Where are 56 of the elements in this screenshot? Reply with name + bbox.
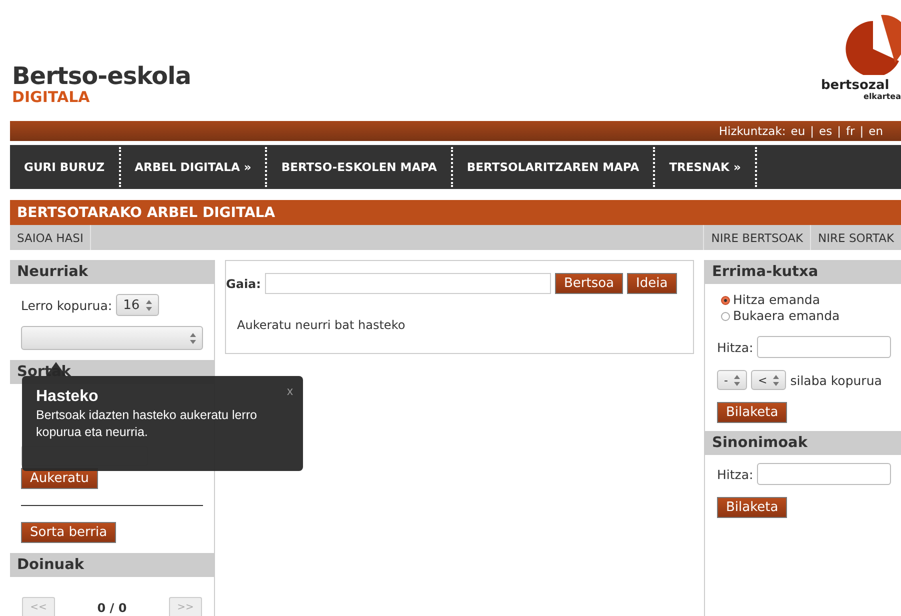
sub-bar-link[interactable]: NIRE BERTSOAK: [703, 225, 810, 250]
syllable-label: silaba kopurua: [790, 372, 882, 388]
language-link[interactable]: eu: [790, 124, 806, 138]
language-link[interactable]: en: [868, 124, 883, 138]
language-separator: |: [837, 124, 841, 138]
syllable-select[interactable]: <: [750, 370, 786, 390]
new-set-button[interactable]: Sorta berria: [21, 522, 116, 543]
language-separator: |: [810, 124, 814, 138]
mode-radio[interactable]: Hitza emanda: [721, 292, 891, 308]
spinner-arrows-icon: [734, 374, 740, 386]
tooltip-text: Bertsoak idazten hasteko aukeratu lerro kopurua eta neurria.: [36, 407, 258, 441]
radio-button[interactable]: [721, 312, 730, 320]
language-link[interactable]: es: [819, 124, 832, 138]
language-separator: |: [860, 124, 864, 138]
spinner-arrows-icon: [146, 300, 152, 310]
topic-action-button[interactable]: Bertsoa: [554, 273, 624, 294]
logo-title: Bertso-eskola: [12, 63, 191, 89]
status-message: Aukeratu neurri bat hasteko: [237, 318, 406, 332]
partner-name: bertsozal: [821, 79, 890, 92]
partner-subtitle: elkartea: [864, 92, 901, 101]
page-counter: 0 / 0: [97, 600, 127, 614]
language-label: Hizkuntzak:: [718, 124, 786, 138]
topic-field[interactable]: [264, 273, 551, 294]
nav-item[interactable]: ARBEL DIGITALA »: [120, 147, 268, 187]
word-field[interactable]: [757, 336, 891, 358]
nav-item[interactable]: TRESNAK »: [655, 147, 757, 187]
syllable-select[interactable]: -: [717, 370, 747, 390]
spinner-arrows-icon: [190, 332, 196, 344]
line-count-label: Lerro kopurua:: [21, 298, 112, 312]
word-label: Hitza:: [717, 466, 754, 482]
line-count-select[interactable]: 16: [116, 294, 159, 316]
nav-item[interactable]: BERTSO-ESKOLEN MAPA: [267, 147, 453, 187]
sub-bar-link[interactable]: NIRE SORTAK: [810, 225, 901, 250]
word-label: Hitza:: [717, 340, 754, 354]
spinner-arrows-icon: [773, 374, 780, 386]
section-header: Sinonimoak: [705, 431, 901, 455]
nav-item[interactable]: GURI BURUZ: [10, 147, 121, 187]
logo-subtitle: DIGITALA: [12, 89, 91, 105]
mode-radio[interactable]: Bukaera emanda: [721, 308, 891, 324]
section-header: Doinuak: [10, 553, 214, 577]
search-button[interactable]: Bilaketa: [717, 402, 788, 423]
language-link[interactable]: fr: [846, 124, 855, 138]
nav-item[interactable]: BERTSOLARITZAREN MAPA: [452, 147, 656, 187]
search-button[interactable]: Bilaketa: [717, 497, 788, 518]
sub-bar-link[interactable]: SAIOA HASI: [10, 225, 92, 250]
topic-label: Gaia:: [226, 276, 261, 290]
word-field[interactable]: [757, 463, 891, 485]
measure-select[interactable]: [21, 326, 203, 350]
close-button[interactable]: x: [287, 384, 293, 398]
section-header: Neurriak: [10, 260, 214, 284]
section-header: Errima-kutxa: [705, 260, 901, 284]
topic-action-button[interactable]: Ideia: [627, 273, 677, 294]
page-title: BERTSOTARAKO ARBEL DIGITALA: [10, 200, 901, 225]
radio-button[interactable]: [721, 296, 730, 304]
tooltip-title: Hasteko: [36, 388, 100, 406]
partner-logo-icon: [843, 13, 901, 75]
